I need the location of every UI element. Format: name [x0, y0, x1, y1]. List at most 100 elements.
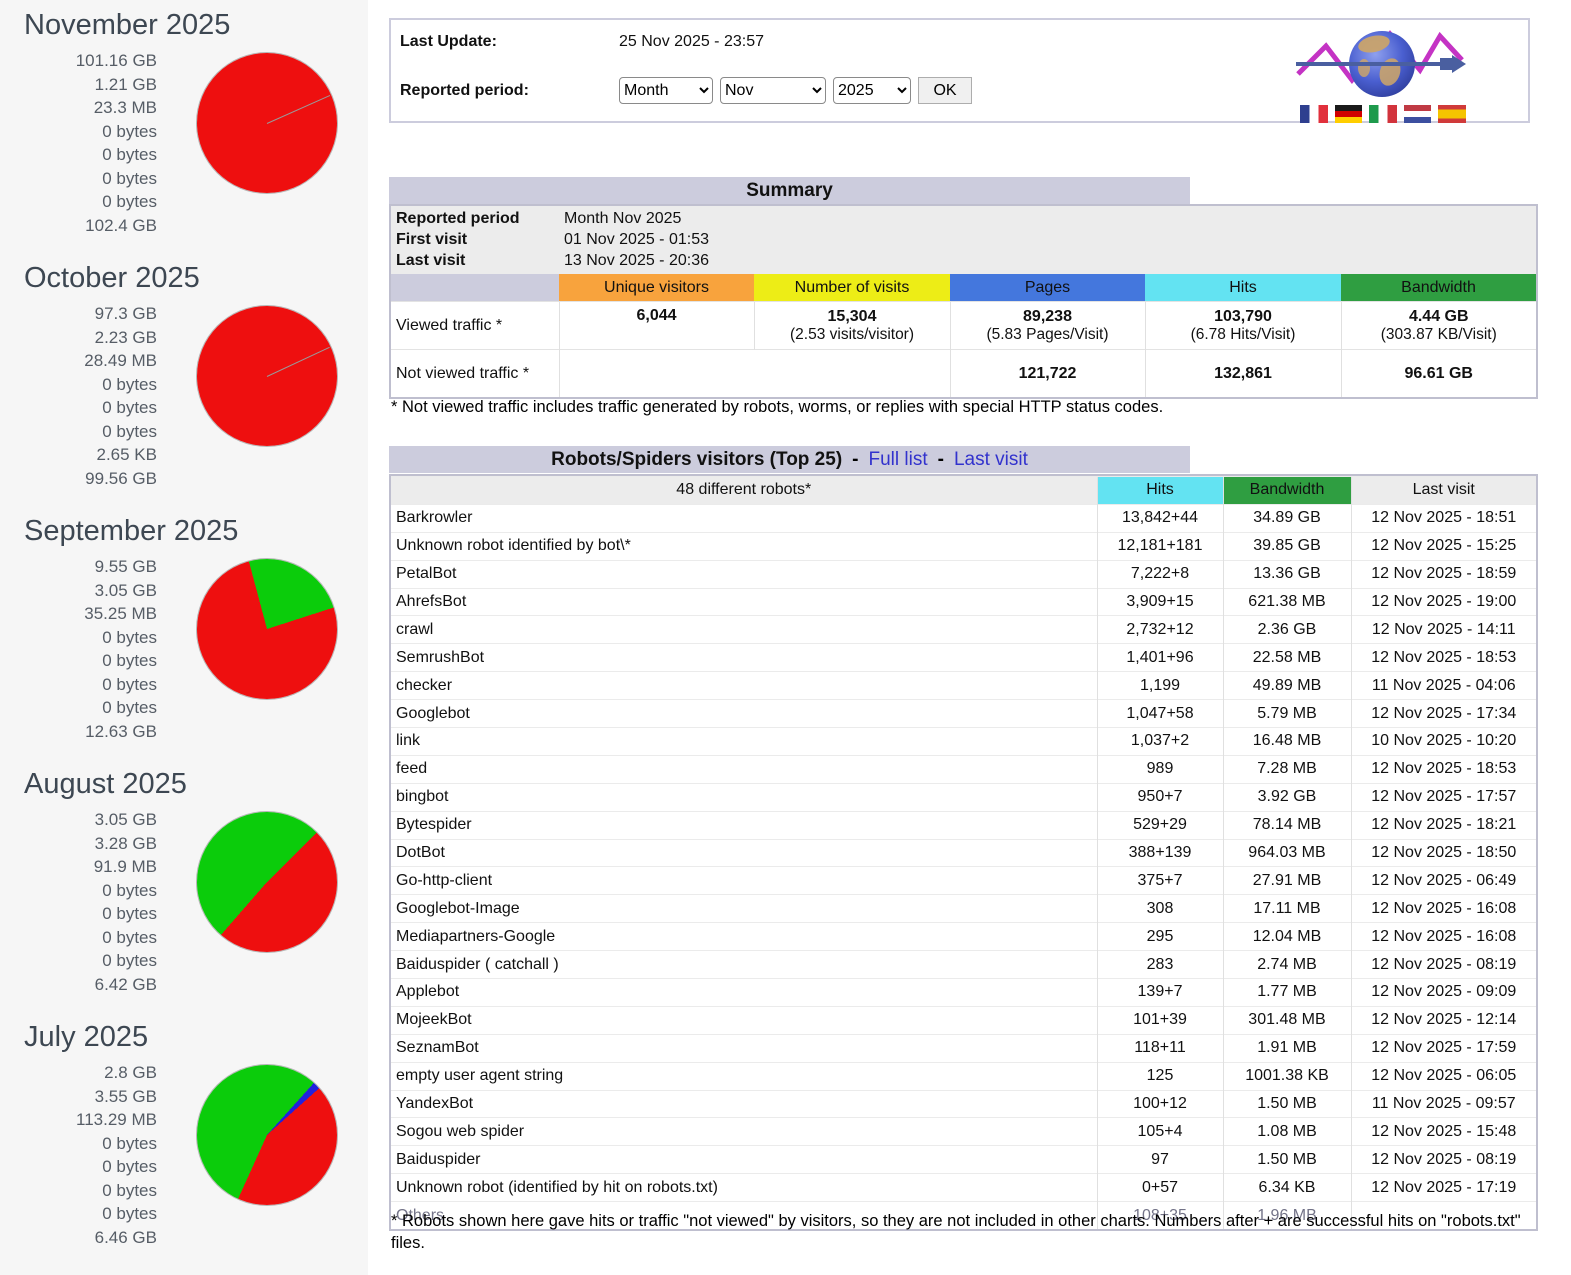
- month-summary: September 2025 9.55 GB3.05 GB35.25 MB 0 by…: [0, 514, 368, 767]
- value-line: 0 bytes: [0, 879, 157, 903]
- month-values: 3.05 GB3.28 GB91.9 MB0 bytes0 bytes0 byt…: [0, 808, 157, 996]
- month-values: 101.16 GB1.21 GB23.3 MB0 bytes0 bytes0 b…: [0, 49, 157, 237]
- month-title: August 2025: [24, 767, 368, 801]
- value-line: 2.8 GB: [0, 1061, 157, 1085]
- last-visit-link[interactable]: Last visit: [954, 449, 1028, 470]
- full-list-link[interactable]: Full list: [868, 449, 927, 470]
- robot-row: PetalBot7,222+813.36 GB12 Nov 2025 - 18:…: [391, 560, 1536, 588]
- col-bandwidth: Bandwidth: [1341, 274, 1536, 302]
- not-viewed-traffic-row: Not viewed traffic * 121,722 132,861 96.…: [391, 350, 1536, 398]
- value-line: 99.56 GB: [0, 467, 157, 491]
- robot-row: empty user agent string1251001.38 KB12 N…: [391, 1062, 1536, 1090]
- value-line: 0 bytes: [0, 673, 157, 697]
- pie-slice-line: [267, 95, 330, 124]
- value-line: 0 bytes: [0, 1155, 157, 1179]
- value-line: 0 bytes: [0, 190, 157, 214]
- month-summary: November 2025101.16 GB1.21 GB23.3 MB0 by…: [0, 8, 368, 261]
- month-values: 97.3 GB2.23 GB28.49 MB0 bytes0 bytes0 by…: [0, 302, 157, 490]
- robot-row: Unknown robot identified by bot\*12,181+…: [391, 532, 1536, 560]
- col-hits: Hits: [1145, 274, 1341, 302]
- robot-row: AhrefsBot3,909+15621.38 MB12 Nov 2025 - …: [391, 588, 1536, 616]
- robot-row: SeznamBot118+111.91 MB12 Nov 2025 - 17:5…: [391, 1034, 1536, 1062]
- robots-title: Robots/Spiders visitors (Top 25): [551, 449, 842, 470]
- value-line: 0 bytes: [0, 949, 157, 973]
- value-line: 0 bytes: [0, 649, 157, 673]
- italy-flag-icon[interactable]: [1369, 105, 1397, 123]
- robot-row: DotBot388+139964.03 MB12 Nov 2025 - 18:5…: [391, 839, 1536, 867]
- robot-row: Bytespider529+2978.14 MB12 Nov 2025 - 18…: [391, 811, 1536, 839]
- value-line: 113.29 MB: [0, 1108, 157, 1132]
- value-line: 3.05 GB: [0, 579, 157, 603]
- robot-row: Unknown robot (identified by hit on robo…: [391, 1174, 1536, 1202]
- info-row: Last visit13 Nov 2025 - 20:36: [396, 250, 1536, 271]
- monthly-history-sidebar: November 2025101.16 GB1.21 GB23.3 MB0 by…: [0, 0, 368, 1275]
- spain-flag-icon[interactable]: [1438, 105, 1466, 123]
- period-month-select[interactable]: Nov: [720, 77, 826, 104]
- language-flags: [1300, 105, 1466, 123]
- info-row: First visit01 Nov 2025 - 01:53: [396, 229, 1536, 250]
- value-line: 0 bytes: [0, 1202, 157, 1226]
- ok-button[interactable]: OK: [918, 77, 972, 104]
- value-line: 3.05 GB: [0, 808, 157, 832]
- month-summary: July 20252.8 GB3.55 GB113.29 MB0 bytes0 …: [0, 1020, 368, 1273]
- robots-bandwidth-header: Bandwidth: [1223, 477, 1351, 505]
- value-line: 0 bytes: [0, 373, 157, 397]
- value-line: 28.49 MB: [0, 349, 157, 373]
- col-pages: Pages: [950, 274, 1145, 302]
- value-line: 0 bytes: [0, 143, 157, 167]
- value-line: 0 bytes: [0, 167, 157, 191]
- value-line: 97.3 GB: [0, 302, 157, 326]
- robot-row: Barkrowler13,842+4434.89 GB12 Nov 2025 -…: [391, 504, 1536, 532]
- month-title: July 2025: [24, 1020, 368, 1054]
- value-line: 0 bytes: [0, 696, 157, 720]
- period-year-select[interactable]: 2025: [833, 77, 911, 104]
- germany-flag-icon[interactable]: [1335, 105, 1363, 123]
- value-line: 3.28 GB: [0, 832, 157, 856]
- robots-title-bar: Robots/Spiders visitors (Top 25)-Full li…: [389, 446, 1190, 473]
- col-unique-visitors: Unique visitors: [559, 274, 754, 302]
- value-line: 91.9 MB: [0, 855, 157, 879]
- summary-table: Reported periodMonth Nov 2025 First visi…: [389, 204, 1538, 399]
- month-title: October 2025: [24, 261, 368, 295]
- robot-row: link1,037+216.48 MB10 Nov 2025 - 10:20: [391, 728, 1536, 756]
- value-line: 0 bytes: [0, 120, 157, 144]
- summary-note: * Not viewed traffic includes traffic ge…: [391, 396, 1539, 418]
- awstats-logo: [1294, 24, 1466, 120]
- robot-row: MojeekBot101+39301.48 MB12 Nov 2025 - 12…: [391, 1006, 1536, 1034]
- col-number-of-visits: Number of visits: [754, 274, 950, 302]
- value-line: 9.55 GB: [0, 555, 157, 579]
- value-line: 1.21 GB: [0, 73, 157, 97]
- robots-lastvisit-header: Last visit: [1351, 477, 1536, 505]
- value-line: 0 bytes: [0, 396, 157, 420]
- traffic-pie-chart: [197, 1065, 337, 1205]
- value-line: 0 bytes: [0, 1179, 157, 1203]
- netherlands-flag-icon[interactable]: [1404, 105, 1432, 123]
- robot-row: Baiduspider971.50 MB12 Nov 2025 - 08:19: [391, 1146, 1536, 1174]
- period-type-select[interactable]: Month: [619, 77, 713, 104]
- robots-hits-header: Hits: [1097, 477, 1223, 505]
- robot-row: feed9897.28 MB12 Nov 2025 - 18:53: [391, 755, 1536, 783]
- traffic-pie-chart: [197, 559, 337, 699]
- month-summary: October 202597.3 GB2.23 GB28.49 MB0 byte…: [0, 261, 368, 514]
- last-update-value: 25 Nov 2025 - 23:57: [619, 33, 764, 51]
- month-values: 9.55 GB3.05 GB35.25 MB0 bytes0 bytes0 by…: [0, 555, 157, 743]
- robot-row: Applebot139+71.77 MB12 Nov 2025 - 09:09: [391, 979, 1536, 1007]
- summary-header-row: Unique visitors Number of visits Pages H…: [391, 274, 1536, 302]
- value-line: 35.25 MB: [0, 602, 157, 626]
- value-line: 2.23 GB: [0, 326, 157, 350]
- value-line: 6.42 GB: [0, 973, 157, 997]
- traffic-pie-chart: [197, 53, 337, 193]
- robot-row: Baiduspider ( catchall )2832.74 MB12 Nov…: [391, 951, 1536, 979]
- value-line: 101.16 GB: [0, 49, 157, 73]
- robot-row: Googlebot-Image30817.11 MB12 Nov 2025 - …: [391, 895, 1536, 923]
- value-line: 0 bytes: [0, 902, 157, 926]
- france-flag-icon[interactable]: [1300, 105, 1328, 123]
- reported-period-label: Reported period:: [400, 82, 529, 100]
- period-controls: Month Nov 2025 OK: [619, 77, 972, 104]
- month-title: September 2025: [24, 514, 368, 548]
- month-title: November 2025: [24, 8, 368, 42]
- value-line: 23.3 MB: [0, 96, 157, 120]
- robots-note: * Robots shown here gave hits or traffic…: [391, 1210, 1539, 1254]
- robot-row: YandexBot100+121.50 MB11 Nov 2025 - 09:5…: [391, 1090, 1536, 1118]
- value-line: 3.55 GB: [0, 1085, 157, 1109]
